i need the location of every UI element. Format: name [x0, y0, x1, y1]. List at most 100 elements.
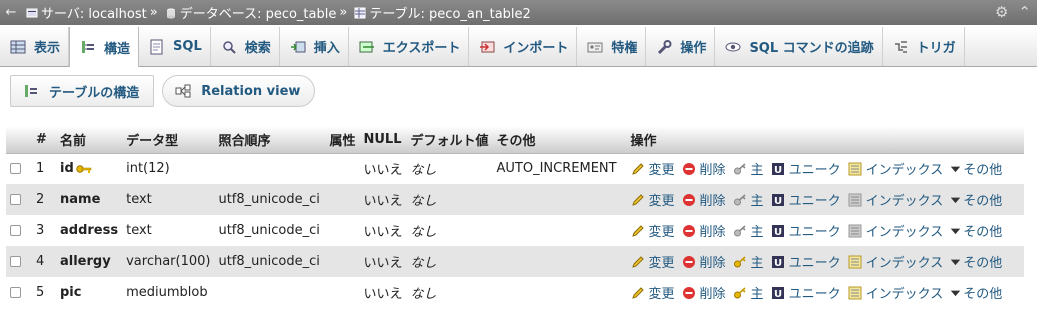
col-default[interactable]: デフォルト値: [406, 126, 493, 154]
more-dropdown[interactable]: その他: [950, 252, 1002, 271]
tab-tracking[interactable]: SQL コマンドの追跡: [715, 27, 883, 66]
col-attributes[interactable]: 属性: [325, 126, 360, 154]
change-link[interactable]: 変更: [631, 190, 675, 209]
row-select-cell: [6, 246, 32, 277]
change-link[interactable]: 変更: [631, 283, 675, 302]
breadcrumb-server-label[interactable]: サーバ: localhost: [41, 3, 147, 22]
breadcrumb: ← サーバ: localhost » データベース: peco_table » …: [0, 0, 1037, 25]
tab-operations[interactable]: 操作: [646, 27, 716, 66]
more-dropdown[interactable]: その他: [950, 283, 1002, 302]
drop-link[interactable]: 削除: [682, 159, 726, 178]
row-checkbox[interactable]: [10, 163, 21, 175]
field-actions: 変更 削除 主 U ユニーク インデックス その他: [626, 246, 1024, 277]
field-name[interactable]: name: [60, 192, 100, 207]
tab-export[interactable]: エクスポート: [349, 27, 470, 66]
table-structure-button[interactable]: テーブルの構造: [10, 75, 155, 107]
eye-icon: [725, 42, 741, 51]
unique-icon: U: [771, 286, 784, 300]
tab-structure-label: 構造: [104, 41, 131, 57]
row-checkbox[interactable]: [10, 225, 21, 236]
row-checkbox[interactable]: [10, 287, 21, 298]
back-arrow-icon[interactable]: ←: [0, 5, 22, 20]
change-link[interactable]: 変更: [631, 159, 675, 178]
unique-link[interactable]: U ユニーク: [771, 252, 841, 271]
pencil-icon: [631, 163, 644, 175]
drop-link[interactable]: 削除: [682, 283, 726, 302]
field-default: なし: [406, 153, 493, 184]
row-checkbox[interactable]: [10, 194, 21, 205]
gear-icon[interactable]: ⚙: [995, 3, 1008, 21]
primary-link[interactable]: 主: [733, 159, 764, 178]
primary-key-icon: [733, 286, 746, 298]
field-extra: AUTO_INCREMENT: [492, 153, 627, 184]
primary-link[interactable]: 主: [733, 190, 764, 209]
col-actions: 操作: [626, 126, 1024, 154]
field-default: なし: [406, 246, 493, 277]
change-link[interactable]: 変更: [631, 252, 675, 271]
field-name-cell: id: [56, 153, 123, 184]
col-name[interactable]: 名前: [56, 126, 123, 154]
tab-insert[interactable]: 挿入: [280, 27, 349, 66]
field-name[interactable]: id: [60, 161, 74, 176]
col-number[interactable]: #: [32, 126, 56, 154]
index-link[interactable]: インデックス: [848, 252, 943, 271]
row-number: 5: [32, 277, 56, 308]
primary-link[interactable]: 主: [733, 283, 764, 302]
drop-link[interactable]: 削除: [682, 252, 726, 271]
field-type: text: [122, 215, 215, 246]
pencil-icon: [631, 193, 644, 206]
unique-link[interactable]: U ユニーク: [771, 190, 841, 209]
tab-search[interactable]: 検索: [211, 27, 280, 66]
index-icon: [848, 224, 862, 237]
unique-link[interactable]: U ユニーク: [771, 283, 841, 302]
wrench-icon: [658, 39, 672, 54]
more-dropdown[interactable]: その他: [950, 221, 1002, 240]
primary-link[interactable]: 主: [733, 252, 764, 271]
col-type[interactable]: データ型: [122, 126, 215, 154]
field-null: いいえ: [359, 246, 407, 277]
collapse-icon[interactable]: ⌃: [1018, 3, 1031, 21]
tab-triggers[interactable]: トリガ: [883, 27, 965, 66]
tab-sql[interactable]: SQL: [139, 27, 211, 66]
tab-import[interactable]: インポート: [469, 27, 578, 66]
drop-link[interactable]: 削除: [682, 221, 726, 240]
breadcrumb-table-label[interactable]: テーブル: peco_an_table2: [369, 3, 531, 22]
table-row: 4 allergy varchar(100) utf8_unicode_ci い…: [6, 246, 1024, 277]
tab-privileges[interactable]: 特権: [577, 27, 647, 66]
col-collation[interactable]: 照合順序: [214, 126, 326, 154]
field-collation: utf8_unicode_ci: [214, 184, 326, 215]
col-extra[interactable]: その他: [492, 126, 627, 154]
drop-icon: [682, 162, 695, 175]
breadcrumb-table[interactable]: テーブル: peco_an_table2: [350, 3, 531, 22]
breadcrumb-server[interactable]: サーバ: localhost: [22, 3, 147, 22]
primary-link[interactable]: 主: [733, 221, 764, 240]
field-extra: [492, 184, 627, 215]
more-dropdown[interactable]: その他: [950, 159, 1002, 178]
breadcrumb-database-label[interactable]: データベース: peco_table: [180, 3, 337, 22]
tab-insert-label: 挿入: [313, 41, 340, 56]
relation-view-button[interactable]: Relation view: [162, 75, 316, 107]
row-checkbox[interactable]: [10, 256, 21, 267]
tab-structure[interactable]: 構造: [69, 27, 140, 67]
index-link[interactable]: インデックス: [848, 159, 943, 178]
col-null[interactable]: NULL: [359, 126, 407, 154]
field-name[interactable]: address: [60, 223, 118, 238]
breadcrumb-database[interactable]: データベース: peco_table: [161, 3, 337, 22]
chevron-down-icon: [950, 166, 961, 172]
change-link[interactable]: 変更: [631, 221, 675, 240]
index-link[interactable]: インデックス: [848, 190, 943, 209]
chevron-down-icon: [950, 197, 961, 203]
more-dropdown[interactable]: その他: [950, 190, 1002, 209]
tab-browse[interactable]: 表示: [0, 27, 70, 66]
index-link[interactable]: インデックス: [848, 283, 943, 302]
field-name[interactable]: pic: [60, 285, 81, 300]
field-name[interactable]: allergy: [60, 254, 111, 269]
svg-text:U: U: [774, 289, 782, 300]
svg-text:U: U: [774, 258, 782, 269]
unique-link[interactable]: U ユニーク: [771, 159, 841, 178]
field-actions: 変更 削除 主 U ユニーク インデックス その他: [626, 215, 1024, 246]
unique-link[interactable]: U ユニーク: [771, 221, 841, 240]
drop-link[interactable]: 削除: [682, 190, 726, 209]
index-link[interactable]: インデックス: [848, 221, 943, 240]
index-icon: [848, 193, 862, 206]
